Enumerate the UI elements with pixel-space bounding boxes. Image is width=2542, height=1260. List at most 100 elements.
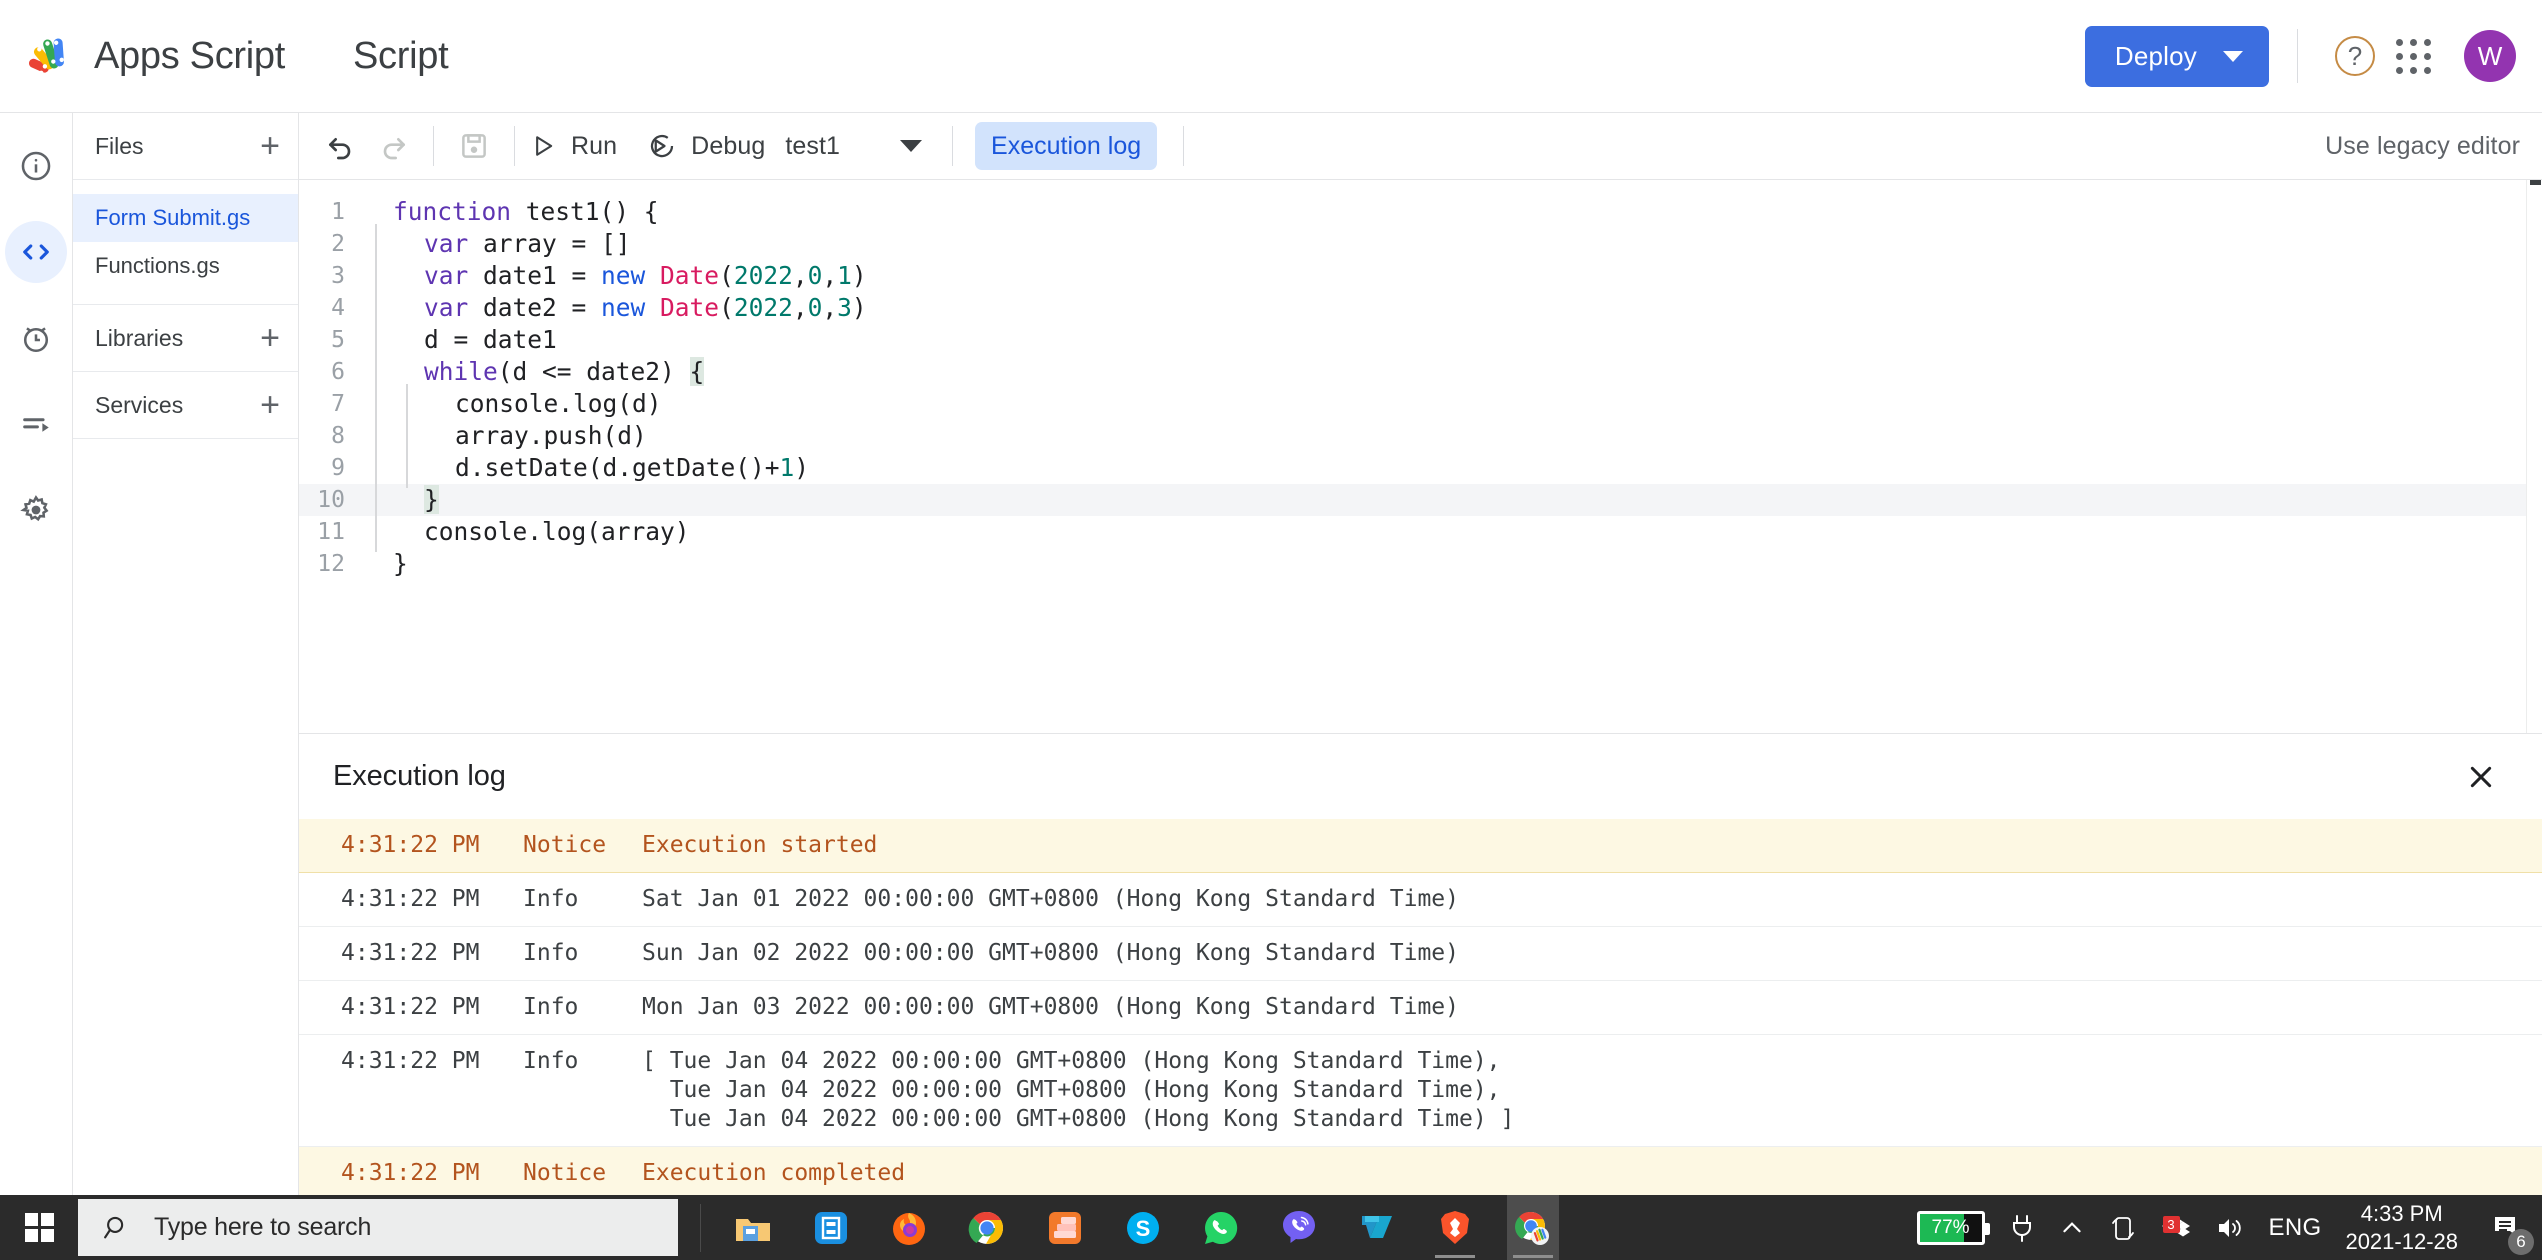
log-row: 4:31:22 PM Notice Execution started — [299, 819, 2542, 873]
code-token: } — [393, 549, 408, 578]
orange-stack-app-icon[interactable] — [1039, 1195, 1091, 1260]
code-token: while — [424, 357, 498, 386]
debug-button[interactable]: Debug — [647, 120, 765, 172]
help-button[interactable]: ? — [2326, 27, 2384, 85]
run-button[interactable]: Run — [529, 120, 617, 172]
code-line[interactable]: 6 while(d <= date2) { — [299, 352, 2542, 392]
log-message: Sun Jan 02 2022 00:00:00 GMT+0800 (Hong … — [642, 940, 1459, 966]
file-item-form-submit[interactable]: Form Submit.gs — [73, 194, 298, 242]
file-item-functions[interactable]: Functions.gs — [73, 242, 298, 290]
settings-icon-button[interactable] — [5, 479, 67, 541]
dropbox-icon[interactable]: 3 — [2161, 1213, 2191, 1243]
execution-log-tab[interactable]: Execution log — [975, 122, 1158, 170]
code-line-text: while(d <= date2) { — [375, 352, 705, 392]
redo-button[interactable] — [367, 120, 419, 172]
code-line-text: var date2 = new Date(2022,0,3) — [375, 288, 867, 328]
search-input[interactable]: Type here to search — [78, 1199, 678, 1256]
code-token: , — [792, 293, 808, 322]
line-number: 12 — [317, 551, 345, 577]
project-title[interactable]: Script — [353, 35, 449, 78]
code-line[interactable]: 2 var array = [] — [299, 224, 2542, 264]
overview-icon-button[interactable] — [5, 135, 67, 197]
save-project-button[interactable] — [448, 120, 500, 172]
scrollbar-thumb[interactable] — [2530, 180, 2541, 185]
code-token: , — [792, 261, 808, 290]
editor-icon-button[interactable] — [5, 221, 67, 283]
deploy-button[interactable]: Deploy — [2084, 25, 2269, 87]
tradingview-icon[interactable] — [1351, 1195, 1403, 1260]
whatsapp-icon[interactable] — [1195, 1195, 1247, 1260]
notifications-icon[interactable]: 6 — [2482, 1205, 2534, 1255]
divider — [433, 126, 434, 166]
battery-icon[interactable]: 77% — [1916, 1210, 1990, 1245]
code-token: ( — [719, 293, 734, 322]
code-lines[interactable]: 1 function test1() {2 var array = [] 3 var d… — [299, 180, 2542, 580]
chevron-down-icon[interactable] — [900, 140, 923, 152]
use-legacy-editor-link[interactable]: Use legacy editor — [2325, 132, 2520, 161]
code-line[interactable]: 9 d.setDate(d.getDate()+1) — [299, 448, 2542, 488]
power-plug-icon[interactable] — [2009, 1213, 2035, 1243]
code-line[interactable]: 3 var date1 = new Date(2022,0,1) — [299, 256, 2542, 296]
code-line[interactable]: 10} — [299, 480, 2542, 520]
google-apps-button[interactable] — [2384, 27, 2442, 85]
screen-rotation-icon[interactable] — [2109, 1213, 2137, 1243]
start-button[interactable] — [0, 1195, 78, 1260]
code-line-text: array.push(d) — [375, 416, 647, 456]
notification-count-badge: 6 — [2508, 1228, 2534, 1255]
code-line[interactable]: 11 console.log(array) — [299, 512, 2542, 552]
log-row: 4:31:22 PM Info Sun Jan 02 2022 00:00:00 G… — [299, 927, 2542, 981]
app-window: Apps Script Script Deploy ? W Files + Fo… — [0, 0, 2542, 1260]
code-token: Date — [660, 293, 720, 322]
function-selector[interactable]: test1 — [785, 132, 840, 161]
undo-button[interactable] — [315, 120, 367, 172]
code-token: var — [424, 293, 469, 322]
add-service-button[interactable]: + — [260, 388, 280, 422]
chrome-apps-script-icon[interactable] — [1507, 1195, 1559, 1260]
code-editor[interactable]: 1 function test1() {2 var array = [] 3 var d… — [299, 180, 2542, 733]
apps-script-logo-icon — [26, 31, 76, 81]
brave-icon[interactable] — [1429, 1195, 1481, 1260]
show-hidden-icons-chevron-up-icon[interactable] — [2059, 1215, 2085, 1241]
brand[interactable]: Apps Script — [26, 31, 285, 81]
code-line[interactable]: 8 array.push(d) — [299, 416, 2542, 456]
code-line[interactable]: 12} — [299, 548, 2542, 580]
line-number: 7 — [331, 391, 345, 417]
firefox-icon[interactable] — [883, 1195, 935, 1260]
log-row: 4:31:22 PM Notice Execution completed — [299, 1147, 2542, 1201]
code-line[interactable]: 5 d = date1 — [299, 320, 2542, 360]
volume-icon[interactable] — [2215, 1214, 2245, 1242]
battery-percent: 77% — [1931, 1216, 1970, 1238]
svg-text:S: S — [1136, 1216, 1151, 1241]
code-token: ) — [851, 261, 867, 290]
indent-guide — [406, 448, 408, 488]
language-indicator[interactable]: ENG — [2269, 1214, 2322, 1242]
clock[interactable]: 4:33 PM 2021-12-28 — [2345, 1200, 2458, 1256]
close-icon[interactable] — [2454, 750, 2508, 804]
indent-guide — [375, 512, 377, 552]
divider — [952, 126, 954, 166]
avatar[interactable]: W — [2464, 30, 2516, 82]
log-time: 4:31:22 PM — [341, 886, 480, 912]
apps-grid-icon — [2395, 38, 2431, 74]
code-line[interactable]: 1 function test1() { — [299, 196, 2542, 228]
executions-icon-button[interactable] — [5, 393, 67, 455]
debug-label: Debug — [691, 131, 766, 160]
product-name: Apps Script — [94, 34, 286, 77]
code-line[interactable]: 7 console.log(d) — [299, 384, 2542, 424]
code-line[interactable]: 4 var date2 = new Date(2022,0,3) — [299, 288, 2542, 328]
divider — [2297, 29, 2298, 83]
divider — [514, 126, 515, 166]
divider — [700, 1203, 701, 1252]
file-explorer-icon[interactable] — [727, 1195, 779, 1260]
editor-vertical-scrollbar[interactable] — [2526, 180, 2542, 733]
triggers-icon-button[interactable] — [5, 307, 67, 369]
chrome-icon[interactable] — [961, 1195, 1013, 1260]
add-file-button[interactable]: + — [260, 129, 280, 163]
skype-icon[interactable]: S — [1117, 1195, 1169, 1260]
add-library-button[interactable]: + — [260, 321, 280, 355]
code-token: array.push(d) — [455, 421, 647, 450]
viber-icon[interactable] — [1273, 1195, 1325, 1260]
code-token: 2022 — [733, 261, 793, 290]
blue-book-app-icon[interactable] — [805, 1195, 857, 1260]
code-line-text: console.log(d) — [375, 384, 662, 424]
